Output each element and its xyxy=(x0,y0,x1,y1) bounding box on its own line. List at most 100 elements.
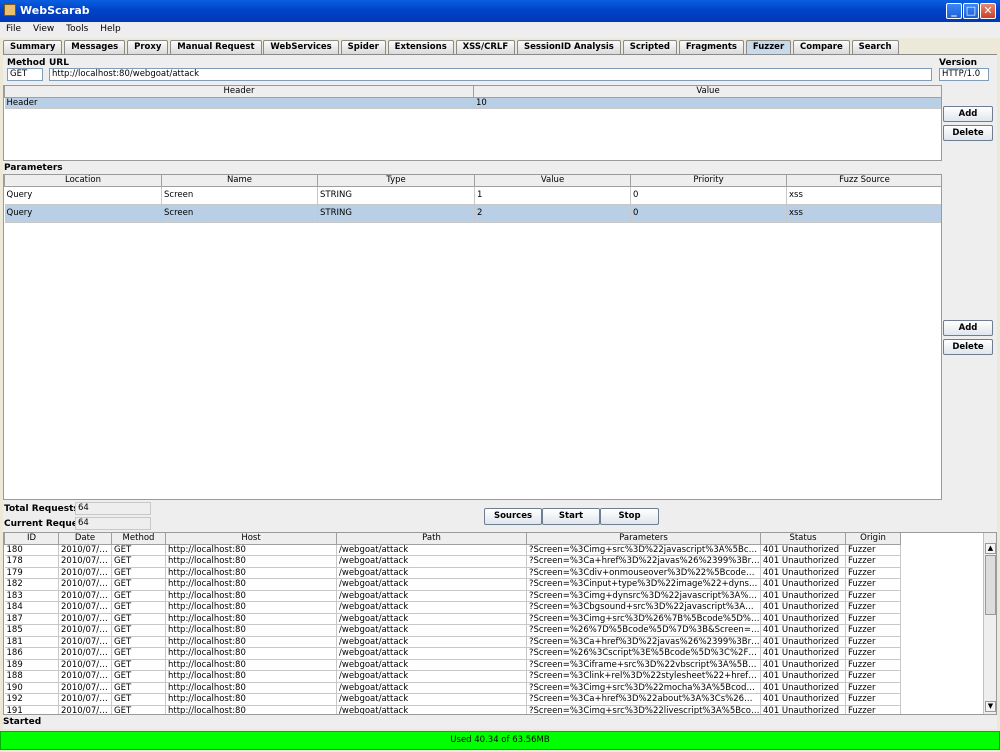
table-row[interactable]: Query Screen STRING 1 0 xss xyxy=(4,186,941,205)
result-path-cell[interactable]: /webgoat/attack xyxy=(336,670,527,683)
result-origin-cell[interactable]: Fuzzer xyxy=(845,590,901,602)
result-date-cell[interactable]: 2010/07/03... xyxy=(58,693,112,706)
result-date-cell[interactable]: 2010/07/03... xyxy=(58,590,112,602)
result-origin-cell[interactable]: Fuzzer xyxy=(845,693,901,706)
result-method-cell[interactable]: GET xyxy=(111,636,166,648)
result-origin-cell[interactable]: Fuzzer xyxy=(845,567,901,579)
minimize-button[interactable]: _ xyxy=(946,3,962,19)
result-method-cell[interactable]: GET xyxy=(111,567,166,579)
param-type-cell[interactable]: STRING xyxy=(317,186,475,205)
result-method-cell[interactable]: GET xyxy=(111,544,166,556)
table-row[interactable]: Header 10 xyxy=(4,97,941,109)
result-host-cell[interactable]: http://localhost:80 xyxy=(165,613,337,625)
result-status-cell[interactable]: 401 Unauthorized xyxy=(760,613,846,625)
result-method-cell[interactable]: GET xyxy=(111,555,166,568)
tab-summary[interactable]: Summary xyxy=(3,40,63,54)
result-id-cell[interactable]: 190 xyxy=(4,682,59,694)
result-method-cell[interactable]: GET xyxy=(111,705,166,714)
stop-button[interactable]: Stop xyxy=(600,508,659,525)
param-delete-button[interactable]: Delete xyxy=(943,339,993,355)
tab-xss-crlf[interactable]: XSS/CRLF xyxy=(455,40,516,54)
result-origin-cell[interactable]: Fuzzer xyxy=(845,555,901,568)
result-method-cell[interactable]: GET xyxy=(111,578,166,591)
result-status-cell[interactable]: 401 Unauthorized xyxy=(760,670,846,683)
result-path-cell[interactable]: /webgoat/attack xyxy=(336,590,527,602)
table-row[interactable]: 1912010/07/03...GEThttp://localhost:80/w… xyxy=(4,705,901,714)
table-row[interactable]: 1902010/07/03...GEThttp://localhost:80/w… xyxy=(4,682,901,694)
result-path-cell[interactable]: /webgoat/attack xyxy=(336,705,527,714)
scroll-down-arrow[interactable]: ▼ xyxy=(985,701,996,712)
result-path-cell[interactable]: /webgoat/attack xyxy=(336,613,527,625)
result-status-cell[interactable]: 401 Unauthorized xyxy=(760,544,846,556)
result-date-cell[interactable]: 2010/07/03... xyxy=(58,670,112,683)
menu-file[interactable]: File xyxy=(0,22,24,34)
scroll-up-arrow[interactable]: ▲ xyxy=(985,543,996,554)
table-row[interactable]: 1852010/07/03...GEThttp://localhost:80/w… xyxy=(4,624,901,637)
table-row[interactable]: 1782010/07/03...GEThttp://localhost:80/w… xyxy=(4,555,901,568)
result-date-cell[interactable]: 2010/07/03... xyxy=(58,624,112,637)
result-parameters-cell[interactable]: ?Screen=%3Cimg+src%3D%22livescript%3A%5B… xyxy=(526,705,761,714)
result-parameters-cell[interactable]: ?Screen=%3Cbgsound+src%3D%22javascript%3… xyxy=(526,601,761,614)
param-location-cell[interactable]: Query xyxy=(4,186,162,205)
result-id-cell[interactable]: 183 xyxy=(4,590,59,602)
result-method-cell[interactable]: GET xyxy=(111,659,166,671)
result-origin-cell[interactable]: Fuzzer xyxy=(845,705,901,714)
params-col-name[interactable]: Name xyxy=(161,175,318,187)
result-path-cell[interactable]: /webgoat/attack xyxy=(336,578,527,591)
headers-col-value[interactable]: Value xyxy=(473,86,941,98)
start-button[interactable]: Start xyxy=(542,508,600,525)
result-status-cell[interactable]: 401 Unauthorized xyxy=(760,578,846,591)
table-row[interactable]: 1882010/07/03...GEThttp://localhost:80/w… xyxy=(4,670,901,683)
result-parameters-cell[interactable]: ?Screen=%3Ca+href%3D%22javas%26%2399%3Br… xyxy=(526,555,761,568)
tab-compare[interactable]: Compare xyxy=(793,40,850,54)
result-id-cell[interactable]: 186 xyxy=(4,647,59,660)
table-row[interactable]: 1872010/07/03...GEThttp://localhost:80/w… xyxy=(4,613,901,625)
result-method-cell[interactable]: GET xyxy=(111,590,166,602)
result-status-cell[interactable]: 401 Unauthorized xyxy=(760,636,846,648)
result-method-cell[interactable]: GET xyxy=(111,624,166,637)
result-id-cell[interactable]: 178 xyxy=(4,555,59,568)
tab-manual-request[interactable]: Manual Request xyxy=(170,40,262,54)
result-parameters-cell[interactable]: ?Screen=%3Cimg+src%3D%22mocha%3A%5Bcode%… xyxy=(526,682,761,694)
result-id-cell[interactable]: 179 xyxy=(4,567,59,579)
result-origin-cell[interactable]: Fuzzer xyxy=(845,544,901,556)
result-host-cell[interactable]: http://localhost:80 xyxy=(165,601,337,614)
tab-proxy[interactable]: Proxy xyxy=(127,40,169,54)
result-host-cell[interactable]: http://localhost:80 xyxy=(165,670,337,683)
param-fuzz-source-cell[interactable]: xss xyxy=(786,186,941,205)
tab-fragments[interactable]: Fragments xyxy=(678,40,744,54)
param-value-cell[interactable]: 2 xyxy=(474,204,631,223)
result-method-cell[interactable]: GET xyxy=(111,693,166,706)
result-path-cell[interactable]: /webgoat/attack xyxy=(336,544,527,556)
result-method-cell[interactable]: GET xyxy=(111,682,166,694)
result-path-cell[interactable]: /webgoat/attack xyxy=(336,659,527,671)
result-parameters-cell[interactable]: ?Screen=%3Ca+href%3D%22javas%26%2399%3Br… xyxy=(526,636,761,648)
table-row[interactable]: 1842010/07/03...GEThttp://localhost:80/w… xyxy=(4,601,901,614)
result-path-cell[interactable]: /webgoat/attack xyxy=(336,636,527,648)
result-origin-cell[interactable]: Fuzzer xyxy=(845,601,901,614)
result-id-cell[interactable]: 180 xyxy=(4,544,59,556)
results-col-path[interactable]: Path xyxy=(336,533,527,545)
result-host-cell[interactable]: http://localhost:80 xyxy=(165,567,337,579)
result-parameters-cell[interactable]: ?Screen=%3Ciframe+src%3D%22vbscript%3A%5… xyxy=(526,659,761,671)
result-origin-cell[interactable]: Fuzzer xyxy=(845,578,901,591)
result-host-cell[interactable]: http://localhost:80 xyxy=(165,590,337,602)
result-parameters-cell[interactable]: ?Screen=%26%7D%5Bcode%5D%7D%3B&Screen=%2… xyxy=(526,624,761,637)
header-value-cell[interactable]: 10 xyxy=(473,97,941,109)
maximize-button[interactable]: □ xyxy=(963,3,979,19)
result-origin-cell[interactable]: Fuzzer xyxy=(845,613,901,625)
result-parameters-cell[interactable]: ?Screen=%3Cinput+type%3D%22image%22+dyns… xyxy=(526,578,761,591)
menu-help[interactable]: Help xyxy=(94,22,124,34)
result-id-cell[interactable]: 192 xyxy=(4,693,59,706)
param-name-cell[interactable]: Screen xyxy=(161,186,318,205)
result-date-cell[interactable]: 2010/07/03... xyxy=(58,636,112,648)
result-path-cell[interactable]: /webgoat/attack xyxy=(336,555,527,568)
result-origin-cell[interactable]: Fuzzer xyxy=(845,659,901,671)
result-path-cell[interactable]: /webgoat/attack xyxy=(336,601,527,614)
sources-button[interactable]: Sources xyxy=(484,508,542,525)
table-row[interactable]: 1922010/07/03...GEThttp://localhost:80/w… xyxy=(4,693,901,706)
params-col-location[interactable]: Location xyxy=(4,175,162,187)
table-row[interactable]: 1812010/07/03...GEThttp://localhost:80/w… xyxy=(4,636,901,648)
menu-view[interactable]: View xyxy=(27,22,57,34)
result-parameters-cell[interactable]: ?Screen=%3Cimg+src%3D%22javascript%3A%5B… xyxy=(526,544,761,556)
